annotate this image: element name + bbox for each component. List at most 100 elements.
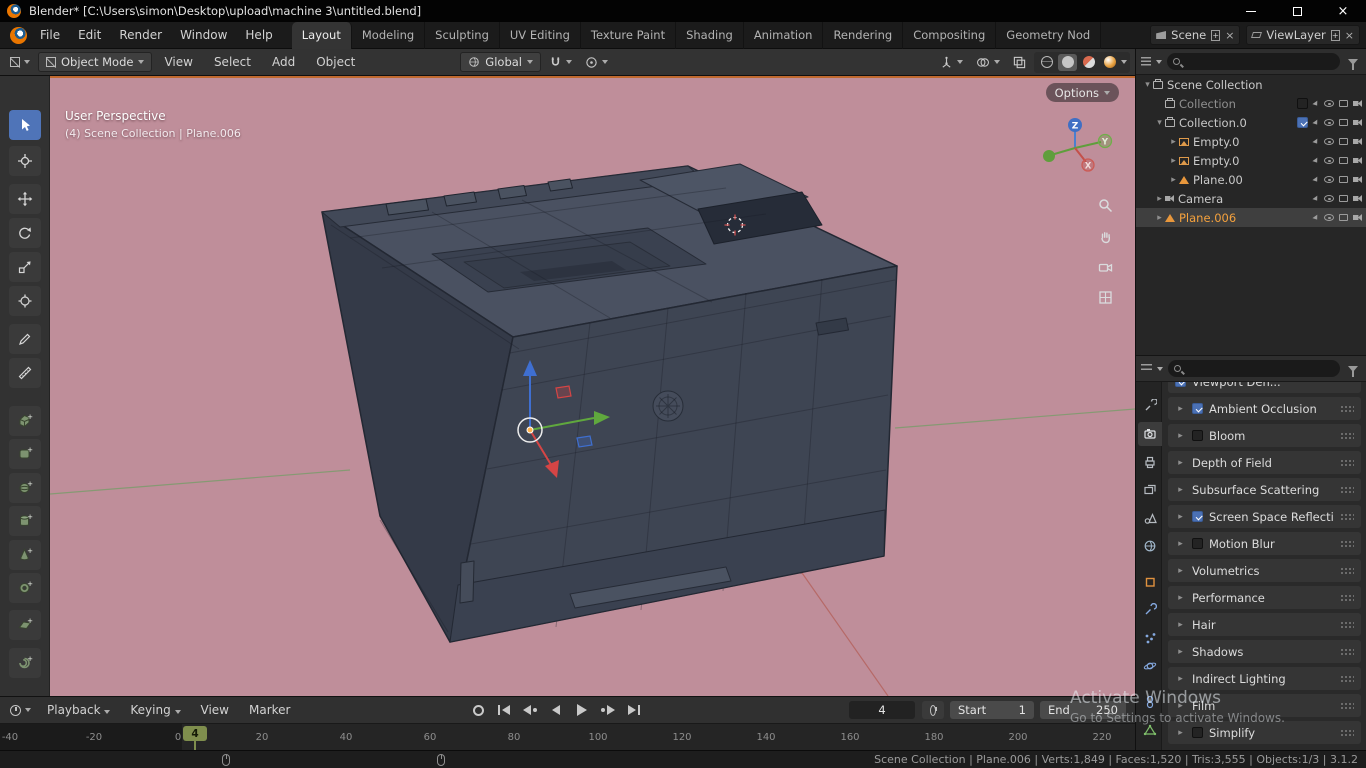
outliner-search-input[interactable] <box>1184 55 1334 68</box>
playhead-badge[interactable]: 4 <box>183 726 207 741</box>
tab-modifier-properties[interactable] <box>1138 598 1162 622</box>
add-cube-tool[interactable]: + <box>9 406 41 436</box>
tab-animation[interactable]: Animation <box>744 21 824 49</box>
panel-shadows[interactable]: Shadows <box>1168 640 1361 663</box>
menu-select[interactable]: Select <box>205 51 260 73</box>
navigation-gizmo[interactable]: Z Y X <box>1043 114 1115 186</box>
disable-viewport-icon[interactable] <box>1339 195 1348 202</box>
pan-button[interactable] <box>1094 225 1116 247</box>
filter-icon[interactable] <box>1348 365 1358 377</box>
panel-depth-of-field[interactable]: Depth of Field <box>1168 451 1361 474</box>
outliner-row-plane-006[interactable]: Plane.006 <box>1136 208 1366 227</box>
tab-output-properties[interactable] <box>1138 450 1162 474</box>
selectable-icon[interactable] <box>1312 119 1320 126</box>
disable-viewport-icon[interactable] <box>1339 157 1348 164</box>
maximize-button[interactable] <box>1274 0 1320 22</box>
disable-viewport-icon[interactable] <box>1339 119 1348 126</box>
tab-sculpting[interactable]: Sculpting <box>425 21 500 49</box>
add-torus-tool[interactable]: + <box>9 573 41 603</box>
jump-to-end-button[interactable] <box>624 701 644 719</box>
view-layer-selector[interactable]: ViewLayer <box>1246 25 1360 45</box>
new-scene-icon[interactable] <box>1211 29 1221 41</box>
select-box-tool[interactable] <box>9 110 41 140</box>
start-frame-field[interactable]: Start 1 <box>950 701 1034 719</box>
bloom-checkbox[interactable] <box>1192 430 1203 441</box>
disable-render-icon[interactable] <box>1353 195 1362 202</box>
shading-material-button[interactable] <box>1079 54 1098 71</box>
selectable-icon[interactable] <box>1312 195 1320 202</box>
hide-icon[interactable] <box>1324 195 1334 202</box>
menu-add[interactable]: Add <box>263 51 304 73</box>
outliner-search[interactable] <box>1167 53 1340 70</box>
cursor-tool[interactable] <box>9 146 41 176</box>
gizmos-toggle[interactable] <box>935 54 968 71</box>
new-view-layer-icon[interactable] <box>1330 29 1340 41</box>
panel-volumetrics[interactable]: Volumetrics <box>1168 559 1361 582</box>
editor-type-button[interactable] <box>5 55 35 69</box>
expand-icon[interactable] <box>1175 674 1186 684</box>
selectable-icon[interactable] <box>1312 176 1320 183</box>
expand-icon[interactable] <box>1175 458 1186 468</box>
drag-grip-icon[interactable] <box>1340 458 1354 467</box>
outliner-row-empty-0-b[interactable]: Empty.0 <box>1136 151 1366 170</box>
menu-marker[interactable]: Marker <box>240 699 299 721</box>
transform-tool[interactable] <box>9 286 41 316</box>
drag-grip-icon[interactable] <box>1340 539 1354 548</box>
drag-grip-icon[interactable] <box>1340 620 1354 629</box>
selectable-icon[interactable] <box>1312 138 1320 145</box>
disable-viewport-icon[interactable] <box>1339 138 1348 145</box>
add-rounded-cube-tool[interactable]: + <box>9 439 41 469</box>
menu-timeline-view[interactable]: View <box>192 699 238 721</box>
disable-render-icon[interactable] <box>1353 138 1362 145</box>
expand-icon[interactable] <box>1175 512 1186 522</box>
disable-render-icon[interactable] <box>1353 214 1362 221</box>
outliner-row-scene-collection[interactable]: Scene Collection <box>1136 75 1366 94</box>
overlays-toggle[interactable] <box>971 54 1005 71</box>
viewport-denoising-checkbox[interactable] <box>1175 382 1186 387</box>
shading-rendered-button[interactable] <box>1100 54 1119 71</box>
outliner-row-empty-0-a[interactable]: Empty.0 <box>1136 132 1366 151</box>
expand-icon[interactable] <box>1168 175 1179 185</box>
hide-icon[interactable] <box>1324 157 1334 164</box>
panel-subsurface-scattering[interactable]: Subsurface Scattering <box>1168 478 1361 501</box>
collection-exclude-checkbox[interactable] <box>1297 117 1308 128</box>
tab-layout[interactable]: Layout <box>291 21 352 49</box>
tab-tool-properties[interactable] <box>1138 394 1162 418</box>
tab-object-data-properties[interactable] <box>1138 718 1162 742</box>
hide-icon[interactable] <box>1324 138 1334 145</box>
tab-modeling[interactable]: Modeling <box>352 21 426 49</box>
add-cylinder-tool[interactable]: + <box>9 506 41 536</box>
play-button[interactable] <box>572 701 592 719</box>
drag-grip-icon[interactable] <box>1340 485 1354 494</box>
ambient-occlusion-checkbox[interactable] <box>1192 403 1203 414</box>
blender-menu-icon[interactable] <box>10 26 27 44</box>
tab-particle-properties[interactable] <box>1138 626 1162 650</box>
timeline-ruler[interactable]: -40 -20 0 20 40 60 80 100 120 140 160 18… <box>0 723 1135 750</box>
menu-window[interactable]: Window <box>171 24 236 46</box>
snap-toggle[interactable] <box>544 54 577 71</box>
move-tool[interactable] <box>9 184 41 214</box>
selectable-icon[interactable] <box>1312 157 1320 164</box>
shading-solid-button[interactable] <box>1058 53 1077 71</box>
expand-icon[interactable] <box>1168 156 1179 166</box>
perspective-toggle-button[interactable] <box>1094 286 1116 308</box>
expand-icon[interactable] <box>1154 194 1165 204</box>
outliner-row-collection[interactable]: Collection <box>1136 94 1366 113</box>
drag-grip-icon[interactable] <box>1340 701 1354 710</box>
menu-view[interactable]: View <box>155 51 201 73</box>
panel-viewport-denoising[interactable]: Viewport Den... <box>1168 382 1361 393</box>
expand-icon[interactable] <box>1154 213 1165 223</box>
transform-orientation-dropdown[interactable]: Global <box>460 52 541 72</box>
tab-shading[interactable]: Shading <box>676 21 744 49</box>
simplify-checkbox[interactable] <box>1192 727 1203 738</box>
hide-icon[interactable] <box>1324 100 1334 107</box>
disable-render-icon[interactable] <box>1353 100 1362 107</box>
drag-grip-icon[interactable] <box>1340 404 1354 413</box>
ssr-checkbox[interactable] <box>1192 511 1203 522</box>
properties-editor-icon[interactable] <box>1141 364 1152 373</box>
tab-compositing[interactable]: Compositing <box>903 21 997 49</box>
menu-render[interactable]: Render <box>110 24 171 46</box>
mode-dropdown[interactable]: Object Mode <box>38 52 153 72</box>
disable-render-icon[interactable] <box>1353 176 1362 183</box>
expand-icon[interactable] <box>1175 620 1186 630</box>
